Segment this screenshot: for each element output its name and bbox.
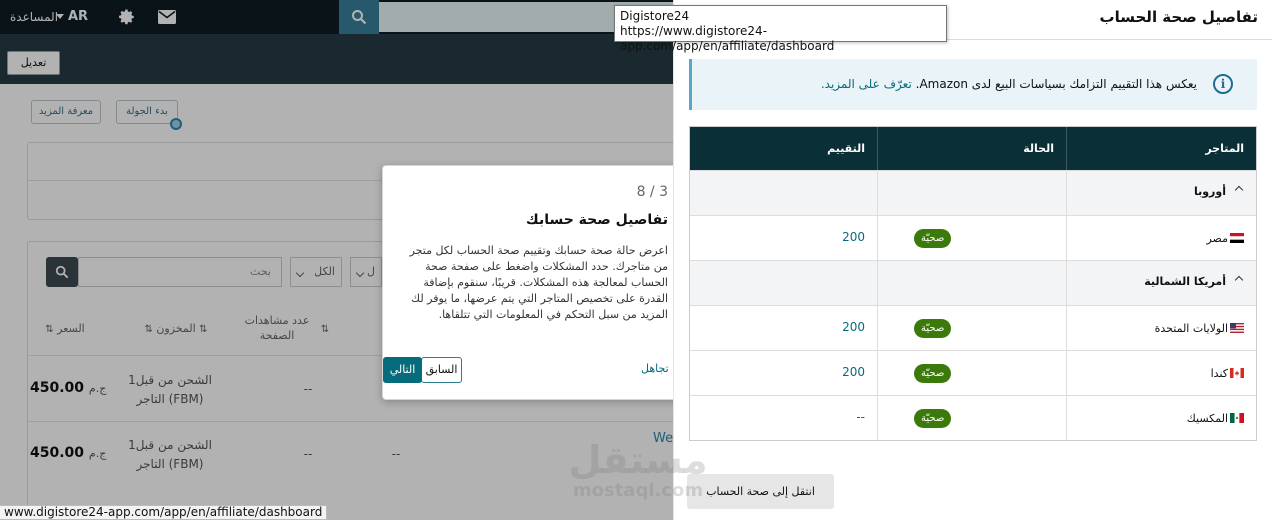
group-row-europe[interactable]: أوروبا: [690, 170, 1256, 215]
account-health-table: المتاجر الحالة التقييم أوروبا مصر صحيّة …: [689, 126, 1257, 441]
tour-popover-body: اعرض حالة صحة حسابك وتقييم صحة الحساب لك…: [409, 244, 668, 321]
group-row-north-america[interactable]: أمريكا الشمالية: [690, 260, 1256, 305]
status-badge: صحيّة: [914, 409, 952, 428]
group-label: أوروبا: [1193, 185, 1226, 198]
rating-value[interactable]: 200: [842, 365, 865, 379]
status-badge: صحيّة: [914, 319, 952, 338]
chevron-up-icon: [1234, 185, 1244, 195]
info-text: يعكس هذا التقييم التزامك بسياسات البيع ل…: [915, 77, 1197, 91]
account-health-panel: تفاصيل صحة الحساب i يعكس هذا التقييم الت…: [673, 0, 1272, 520]
table-row: مصر صحيّة 200: [690, 215, 1256, 260]
info-icon: i: [1213, 74, 1233, 94]
egypt-flag-icon: [1230, 233, 1244, 243]
column-header-status: الحالة: [878, 127, 1067, 170]
watermark-latin: mostaql.com: [572, 480, 704, 501]
column-header-stores: المتاجر: [1205, 142, 1244, 155]
chevron-up-icon: [1234, 275, 1244, 285]
watermark-arabic: مستقل: [568, 438, 708, 482]
go-to-account-health-button[interactable]: انتقل إلى صحة الحساب: [687, 474, 834, 509]
store-name: مصر: [1206, 232, 1244, 245]
table-row: المكسيك صحيّة --: [690, 395, 1256, 440]
status-bar-url: www.digistore24-app.com/app/en/affiliate…: [0, 505, 328, 520]
panel-title: تفاصيل صحة الحساب: [1099, 8, 1258, 26]
watermark-logo: مستقل mostaql.com: [568, 440, 708, 510]
learn-more-link[interactable]: تعرّف على المزيد.: [821, 77, 912, 91]
tour-popover-title: تفاصيل صحة حسابك: [525, 212, 668, 228]
table-header: المتاجر الحالة التقييم: [690, 127, 1256, 170]
store-name: المكسيك: [1187, 412, 1244, 425]
rating-value[interactable]: 200: [842, 230, 865, 244]
usa-flag-icon: [1230, 323, 1244, 333]
tooltip-title: Digistore24: [620, 9, 690, 23]
mexico-flag-icon: [1230, 413, 1244, 423]
tour-previous-button[interactable]: السابق: [421, 357, 462, 383]
canada-flag-icon: [1230, 368, 1244, 378]
tour-popover: 8 / 3 تفاصيل صحة حسابك اعرض حالة صحة حسا…: [382, 165, 685, 400]
table-row: كندا صحيّة 200: [690, 350, 1256, 395]
status-badge: صحيّة: [914, 229, 952, 248]
column-header-rating: التقييم: [688, 127, 878, 170]
tooltip-url: https://www.digistore24-app.com/app/en/a…: [620, 24, 835, 53]
info-banner: i يعكس هذا التقييم التزامك بسياسات البيع…: [689, 59, 1257, 110]
store-name: كندا: [1211, 367, 1244, 380]
tour-dismiss-link[interactable]: تجاهل: [641, 362, 669, 375]
store-name: الولايات المتحدة: [1155, 322, 1244, 335]
rating-value[interactable]: 200: [842, 320, 865, 334]
status-badge: صحيّة: [914, 364, 952, 383]
info-banner-text: يعكس هذا التقييم التزامك بسياسات البيع ل…: [821, 77, 1197, 91]
link-tooltip: Digistore24 https://www.digistore24-app.…: [614, 5, 947, 53]
group-label: أمريكا الشمالية: [1144, 275, 1226, 288]
tour-step-counter: 8 / 3: [636, 184, 668, 200]
tour-next-button[interactable]: التالي: [383, 357, 422, 383]
rating-value: --: [856, 410, 865, 424]
table-row: الولايات المتحدة صحيّة 200: [690, 305, 1256, 350]
